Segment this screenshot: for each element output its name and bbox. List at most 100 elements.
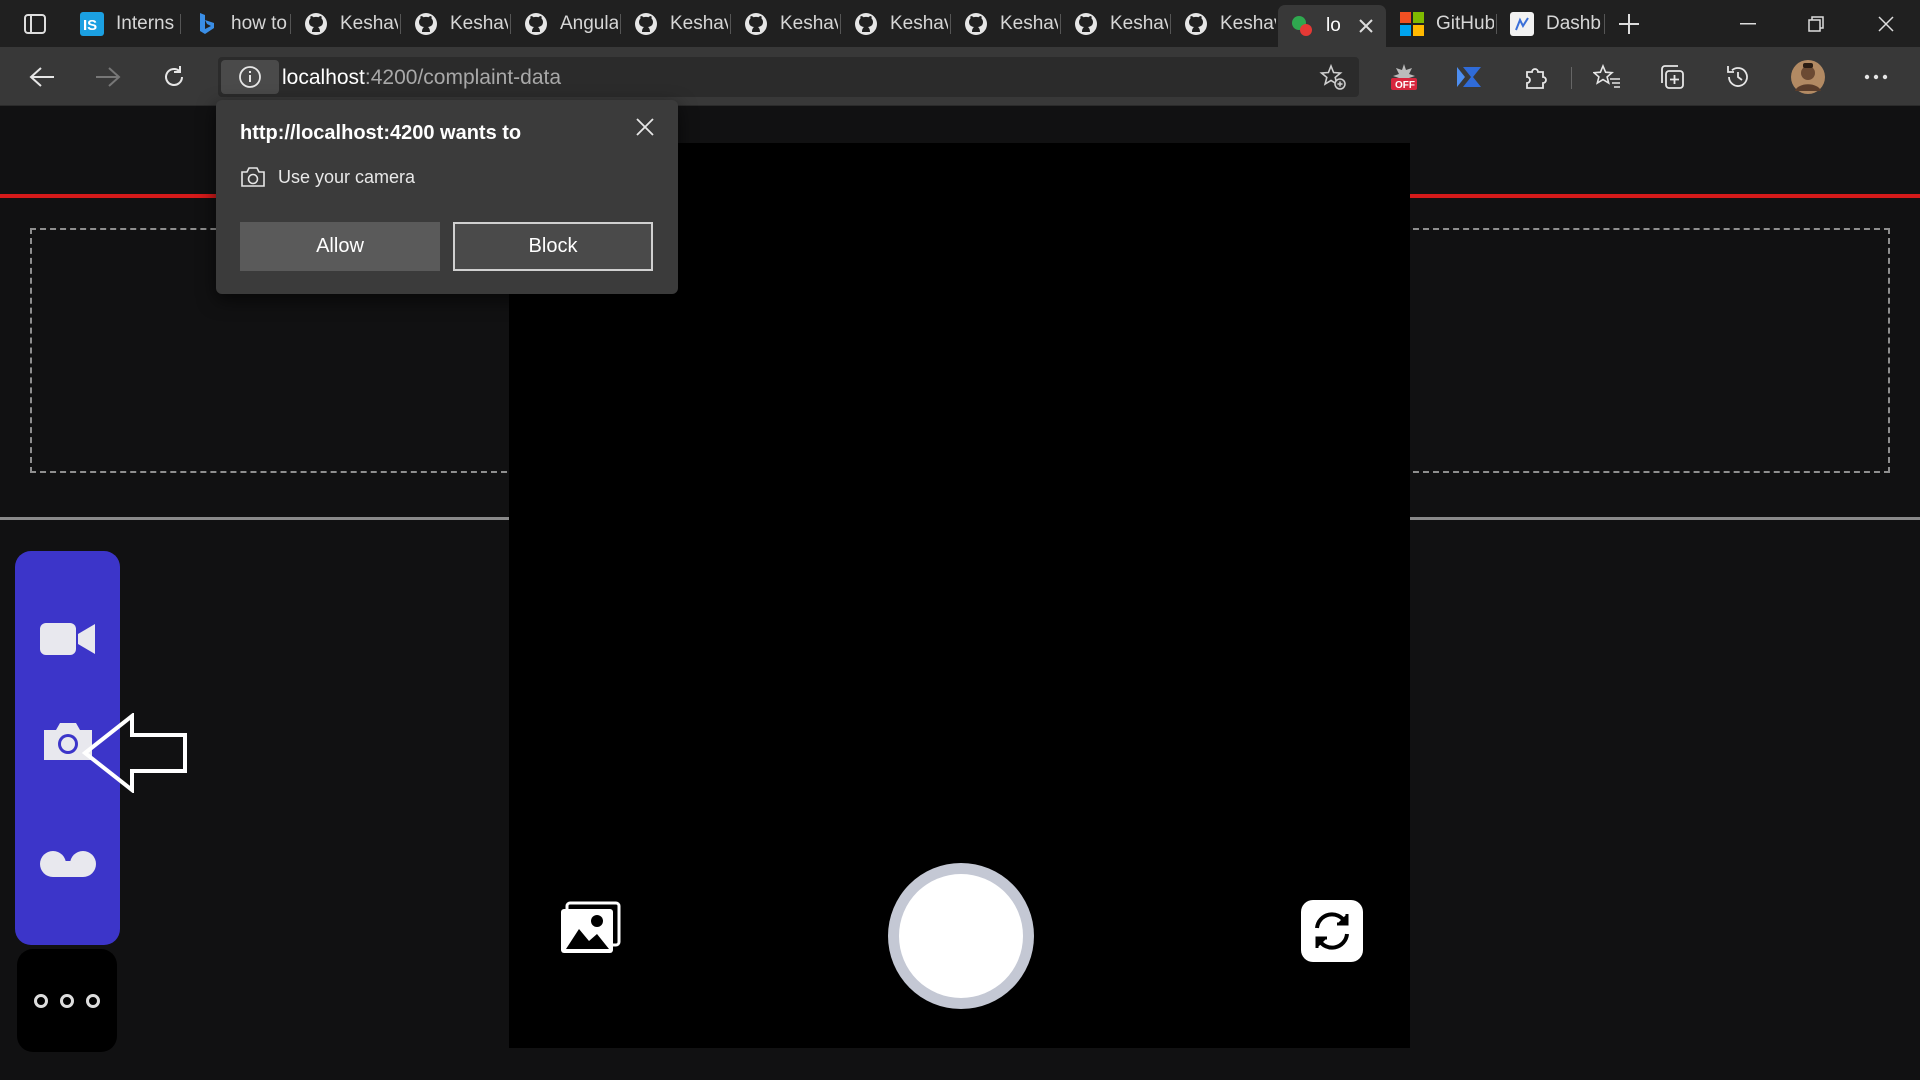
arrow-right-icon bbox=[96, 67, 121, 87]
github-icon bbox=[304, 12, 328, 36]
refresh-button[interactable] bbox=[156, 59, 192, 95]
tab-github-3[interactable]: Angula bbox=[512, 6, 618, 42]
forward-button[interactable] bbox=[90, 59, 126, 95]
tab-title: Keshav bbox=[1000, 13, 1058, 34]
svg-text:OFF: OFF bbox=[1395, 80, 1415, 91]
tab-github-8[interactable]: Keshav bbox=[1062, 6, 1168, 42]
tab-title: Keshav bbox=[670, 13, 728, 34]
tab-github-6[interactable]: Keshav bbox=[842, 6, 948, 42]
tab-title: Interns bbox=[116, 13, 175, 34]
extension-off-button[interactable]: OFF bbox=[1386, 59, 1422, 95]
collections-icon bbox=[1661, 65, 1684, 89]
video-camera-icon bbox=[39, 623, 95, 655]
dot-icon bbox=[86, 993, 100, 1008]
block-button[interactable]: Block bbox=[453, 222, 653, 271]
info-icon bbox=[239, 66, 261, 88]
camera-permission-dialog: http://localhost:4200 wants to Use your … bbox=[216, 100, 678, 294]
profile-button[interactable] bbox=[1790, 59, 1826, 95]
github-icon bbox=[1074, 12, 1098, 36]
tab-github-1[interactable]: Keshav bbox=[292, 6, 398, 42]
plus-icon bbox=[1619, 14, 1639, 34]
tab-title: Angula bbox=[560, 13, 618, 34]
add-favorite-icon[interactable] bbox=[1319, 63, 1347, 91]
extension-button[interactable] bbox=[1451, 59, 1487, 95]
history-button[interactable] bbox=[1720, 59, 1756, 95]
microsoft-icon bbox=[1400, 12, 1424, 36]
github-icon bbox=[634, 12, 658, 36]
back-button[interactable] bbox=[24, 59, 60, 95]
avatar bbox=[1791, 60, 1825, 94]
gallery-icon bbox=[561, 901, 621, 953]
tab-dashboard[interactable]: Dashb bbox=[1498, 6, 1602, 42]
settings-more-button[interactable] bbox=[1858, 59, 1894, 95]
tab-separator bbox=[620, 14, 621, 34]
tab-github-4[interactable]: Keshav bbox=[622, 6, 728, 42]
tab-separator bbox=[510, 14, 511, 34]
tab-bing[interactable]: how to bbox=[183, 6, 289, 42]
switch-camera-button[interactable] bbox=[1301, 900, 1363, 962]
tab-separator bbox=[290, 14, 291, 34]
switch-camera-icon bbox=[1315, 912, 1349, 950]
tab-separator bbox=[400, 14, 401, 34]
tab-separator bbox=[950, 14, 951, 34]
github-icon bbox=[854, 12, 878, 36]
github-icon bbox=[964, 12, 988, 36]
tab-title: Keshav bbox=[450, 13, 508, 34]
favorites-button[interactable] bbox=[1589, 59, 1625, 95]
tab-strip: IS Interns how to Keshav Keshav Angula K… bbox=[0, 0, 1920, 47]
tab-github-9[interactable]: Keshav bbox=[1172, 6, 1276, 42]
address-bar[interactable]: localhost:4200/complaint-data bbox=[218, 57, 1359, 97]
github-icon bbox=[744, 12, 768, 36]
url-host: localhost bbox=[282, 66, 365, 89]
tab-title: Dashb bbox=[1546, 13, 1601, 34]
puzzle-icon bbox=[1526, 68, 1547, 89]
close-dialog-button[interactable] bbox=[630, 112, 660, 142]
video-mode-button[interactable] bbox=[15, 599, 120, 679]
gallery-button[interactable] bbox=[557, 900, 623, 956]
svg-text:IS: IS bbox=[83, 17, 97, 34]
tab-title: Keshav bbox=[1220, 13, 1276, 34]
camera-icon bbox=[241, 167, 265, 187]
tab-actions-icon[interactable] bbox=[15, 9, 55, 39]
tab-github-5[interactable]: Keshav bbox=[732, 6, 838, 42]
audio-mode-button[interactable] bbox=[15, 824, 120, 904]
more-options-button[interactable] bbox=[17, 949, 117, 1052]
minimize-button[interactable] bbox=[1714, 0, 1782, 47]
tab-separator bbox=[180, 14, 181, 34]
history-icon bbox=[1727, 66, 1748, 87]
tab-internshala[interactable]: IS Interns bbox=[68, 6, 178, 42]
tab-title: how to bbox=[231, 13, 287, 34]
tab-separator bbox=[1170, 14, 1171, 34]
dot-icon bbox=[60, 993, 74, 1008]
url-text[interactable]: localhost:4200/complaint-data bbox=[282, 66, 561, 90]
refresh-icon bbox=[165, 66, 183, 86]
extensions-button[interactable] bbox=[1517, 59, 1553, 95]
github-icon bbox=[414, 12, 438, 36]
voicemail-icon bbox=[39, 851, 96, 877]
tab-title: Keshav bbox=[890, 13, 948, 34]
restore-icon bbox=[1808, 15, 1824, 32]
allow-button[interactable]: Allow bbox=[240, 222, 440, 271]
bing-icon bbox=[195, 12, 219, 36]
permission-row: Use your camera bbox=[240, 166, 415, 188]
tab-active[interactable]: lo bbox=[1278, 5, 1386, 47]
github-icon bbox=[524, 12, 548, 36]
tab-title: Keshav bbox=[1110, 13, 1168, 34]
collections-button[interactable] bbox=[1655, 59, 1691, 95]
dialog-title: http://localhost:4200 wants to bbox=[240, 122, 522, 144]
browser-toolbar: localhost:4200/complaint-data OFF bbox=[0, 47, 1920, 106]
new-tab-button[interactable] bbox=[1612, 8, 1646, 40]
tab-github-2[interactable]: Keshav bbox=[402, 6, 508, 42]
close-tab-icon[interactable] bbox=[1356, 16, 1376, 36]
tab-github-microsoft[interactable]: GitHub bbox=[1388, 6, 1494, 42]
app-icon bbox=[1290, 14, 1314, 38]
dashboard-icon bbox=[1510, 12, 1534, 36]
site-info-button[interactable] bbox=[221, 60, 279, 94]
restore-button[interactable] bbox=[1782, 0, 1850, 47]
shutter-button[interactable] bbox=[888, 863, 1034, 1009]
close-icon bbox=[1878, 15, 1894, 32]
close-window-button[interactable] bbox=[1852, 0, 1920, 47]
url-path: :4200/complaint-data bbox=[364, 66, 562, 89]
tab-github-7[interactable]: Keshav bbox=[952, 6, 1058, 42]
pointer-arrow-icon bbox=[82, 713, 187, 793]
